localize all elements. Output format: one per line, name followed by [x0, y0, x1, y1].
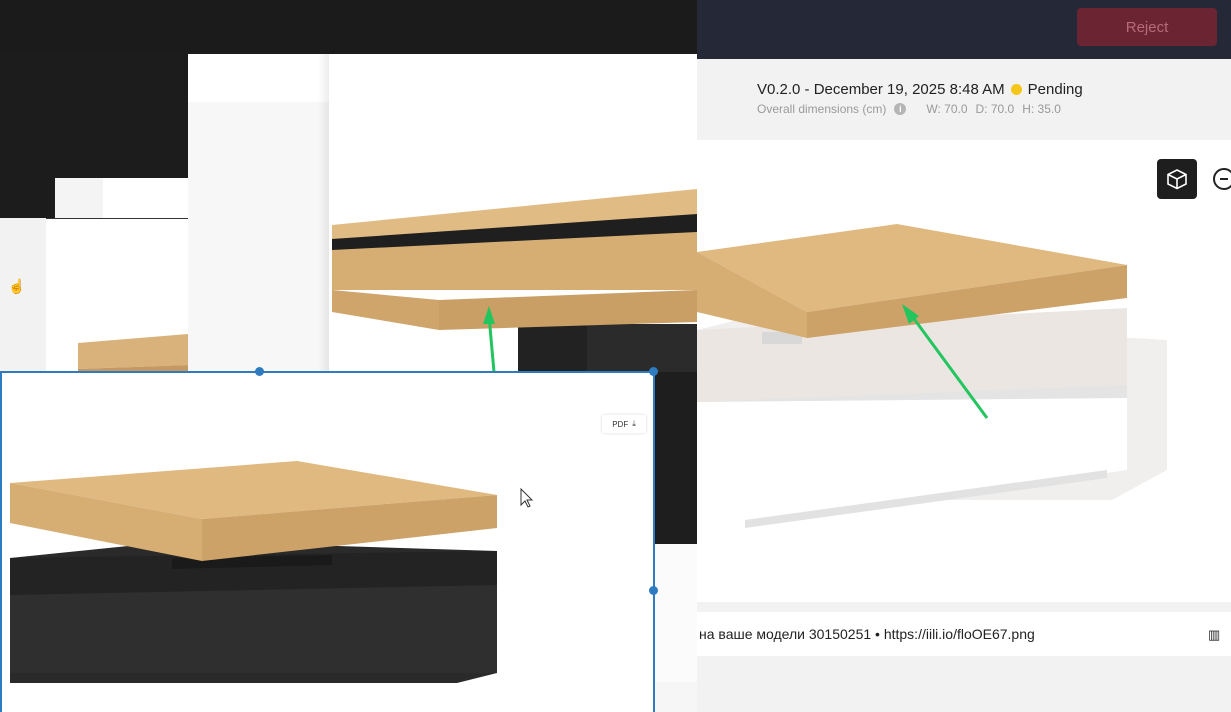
dimension-width: W: 70.0 — [926, 102, 968, 116]
left-top-bar — [0, 0, 697, 54]
side-dark-panel — [654, 372, 697, 544]
thumbnail-panel — [55, 178, 103, 218]
dimensions-info: Overall dimensions (cm) i W: 70.0 D: 70.… — [757, 102, 1061, 116]
gray-strip — [0, 218, 46, 372]
arrow-cursor-icon — [520, 488, 534, 508]
middle-column-header — [188, 54, 329, 102]
side-white-panel — [654, 544, 697, 682]
screenshot-canvas: ☝ PDF ⤓ — [0, 0, 697, 712]
building-icon[interactable]: ▥ — [1208, 627, 1220, 643]
version-label: V0.2.0 - December 19, 2025 8:48 AM — [757, 81, 1005, 98]
table-render-closeup — [332, 189, 697, 372]
dimensions-label: Overall dimensions (cm) — [757, 102, 887, 116]
dimension-height: H: 35.0 — [1022, 102, 1061, 116]
pdf-label: PDF — [612, 419, 629, 429]
selection-frame[interactable]: PDF ⤓ — [0, 371, 655, 712]
comment-text: на ваше модели 30150251 • https://iili.i… — [699, 626, 1035, 642]
model-viewer[interactable] — [697, 140, 1231, 602]
status-badge: Pending — [1027, 81, 1083, 98]
resize-handle-top-right[interactable] — [649, 367, 658, 376]
reject-button[interactable]: Reject — [1077, 8, 1217, 46]
render-preview — [329, 54, 697, 372]
status-dot-icon — [1010, 84, 1022, 95]
download-icon: ⤓ — [632, 419, 636, 428]
comment-bar: на ваше модели 30150251 • https://iili.i… — [697, 612, 1231, 656]
thumbnail-panel — [103, 178, 188, 218]
zoom-out-icon — [1220, 178, 1228, 180]
preview-panel — [46, 218, 188, 373]
table-render-front — [10, 461, 497, 683]
zoom-out-button[interactable] — [1213, 168, 1231, 190]
table-thumbnail — [78, 334, 188, 373]
version-info: V0.2.0 - December 19, 2025 8:48 AM Pendi… — [757, 81, 1083, 98]
3d-view-button[interactable] — [1157, 159, 1197, 199]
version-review-panel: Reject V0.2.0 - December 19, 2025 8:48 A… — [697, 0, 1231, 712]
resize-handle-right[interactable] — [649, 586, 658, 595]
pdf-download-button[interactable]: PDF ⤓ — [602, 415, 646, 433]
info-icon[interactable]: i — [894, 103, 907, 115]
dimension-depth: D: 70.0 — [975, 102, 1015, 116]
hand-cursor-icon: ☝ — [8, 278, 26, 294]
review-header: Reject — [697, 0, 1231, 59]
cube-icon — [1167, 169, 1187, 190]
table-render-main — [697, 224, 1167, 528]
resize-handle-top[interactable] — [255, 367, 264, 376]
